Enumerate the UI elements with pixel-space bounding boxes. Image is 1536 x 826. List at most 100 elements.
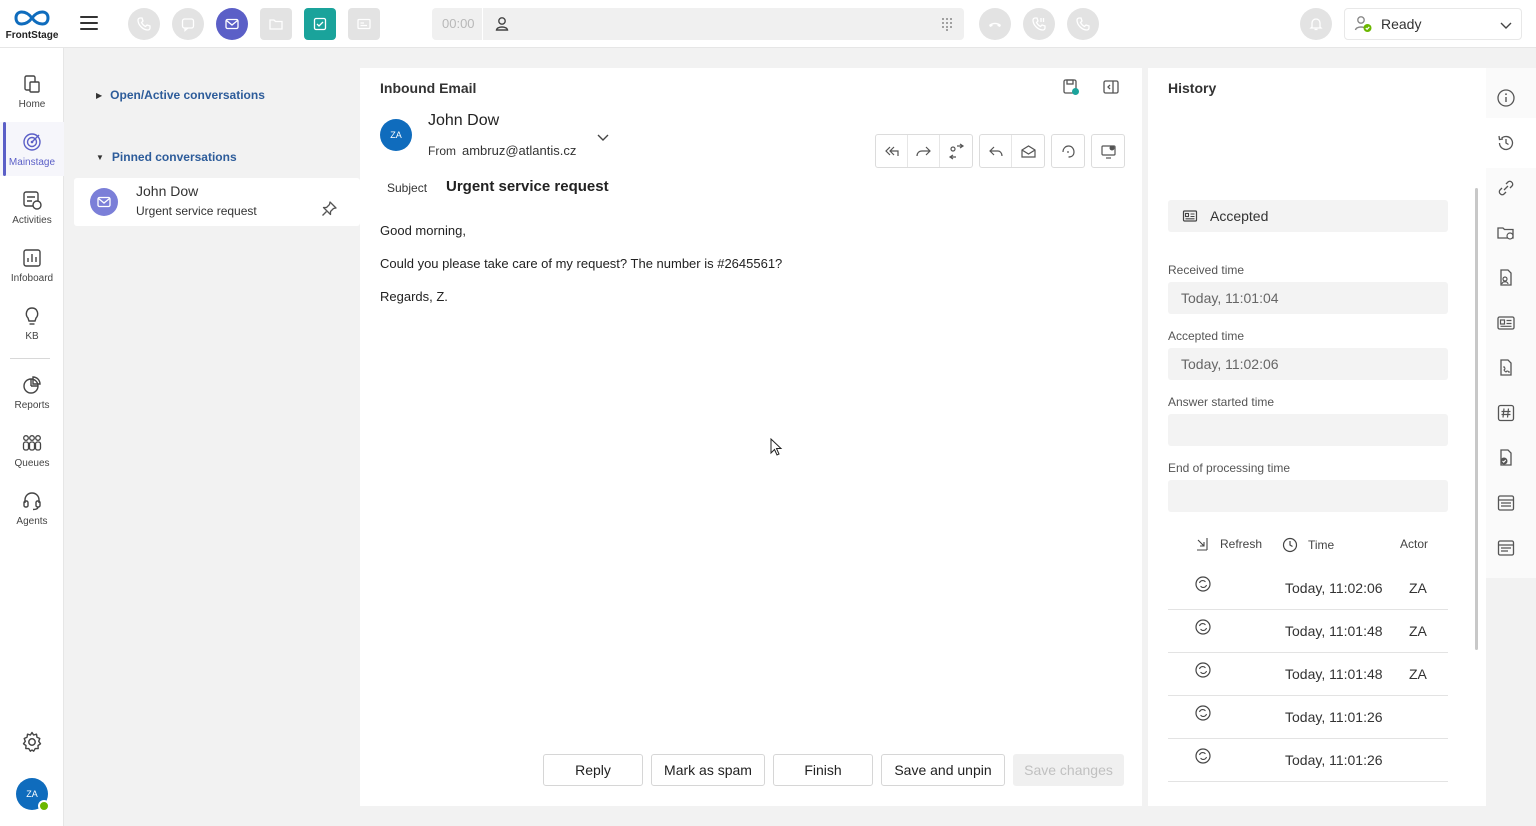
- pin-icon[interactable]: [320, 200, 338, 218]
- accepted-time-label: Accepted time: [1168, 329, 1245, 343]
- reply-icon: [989, 146, 1003, 156]
- reply-all-button[interactable]: [876, 135, 908, 167]
- email-panel: Inbound Email ZA John Dow From ambruz@atl…: [360, 68, 1142, 806]
- history-state: Accepted: [1168, 200, 1448, 232]
- settings-gear-icon[interactable]: [20, 730, 44, 754]
- mark-as-spam-button[interactable]: Mark as spam: [651, 754, 765, 786]
- contact-card-icon[interactable]: [348, 8, 380, 40]
- chevron-down-icon: [1500, 22, 1512, 29]
- forward-button[interactable]: [908, 135, 940, 167]
- document-user-icon[interactable]: [1496, 268, 1516, 288]
- brand-name: FrontStage: [5, 30, 59, 41]
- refresh-icon: [1195, 619, 1211, 635]
- email-panel-title: Inbound Email: [380, 80, 477, 96]
- refresh-column-header[interactable]: Refresh: [1196, 537, 1262, 551]
- headset-icon: [23, 491, 41, 510]
- refresh-icon: [1195, 748, 1211, 764]
- transfer-call-icon[interactable]: [1067, 8, 1099, 40]
- dial-input[interactable]: [516, 12, 936, 36]
- callback-icon: [1061, 144, 1075, 158]
- screen-group: [1091, 134, 1125, 168]
- nav-activities[interactable]: Activities: [0, 180, 64, 234]
- expand-sender-chevron-icon[interactable]: [596, 130, 610, 144]
- link-icon[interactable]: [1496, 178, 1516, 198]
- mouse-cursor-icon: [770, 438, 783, 456]
- id-card-icon[interactable]: [1496, 313, 1516, 333]
- answer-started-time-field: [1168, 414, 1448, 446]
- refresh-icon: [1195, 662, 1211, 678]
- save-changes-button[interactable]: Save changes: [1013, 754, 1124, 786]
- actor-column-header[interactable]: Actor: [1400, 537, 1428, 551]
- notification-bell-icon[interactable]: [1300, 8, 1332, 40]
- history-scrollbar[interactable]: [1475, 188, 1478, 650]
- received-time-field: Today, 11:01:04: [1168, 282, 1448, 314]
- folder-user-icon[interactable]: [1496, 223, 1516, 243]
- agent-status-select[interactable]: Ready: [1344, 8, 1522, 40]
- save-and-unpin-button[interactable]: Save and unpin: [881, 754, 1005, 786]
- pinned-conversations-toggle[interactable]: ▼ Pinned conversations: [96, 150, 237, 164]
- end-processing-time-field: [1168, 480, 1448, 512]
- history-icon[interactable]: [1496, 133, 1516, 153]
- user-voice-icon[interactable]: [494, 15, 512, 33]
- nav-reports[interactable]: Reports: [0, 365, 64, 419]
- hangup-icon[interactable]: [979, 8, 1011, 40]
- mark-read-button[interactable]: [1012, 135, 1044, 167]
- conversation-subject: Urgent service request: [136, 204, 257, 218]
- info-icon[interactable]: [1496, 88, 1516, 108]
- collapse-panel-icon[interactable]: [1102, 78, 1120, 96]
- email-actions-group: [979, 134, 1045, 168]
- callback-button[interactable]: [1052, 135, 1084, 167]
- finish-button[interactable]: Finish: [773, 754, 873, 786]
- nav-queues[interactable]: Queues: [0, 423, 64, 477]
- home-icon: [24, 74, 40, 93]
- chat-channel-icon[interactable]: [172, 8, 204, 40]
- history-panel: History Accepted Received time Today, 11…: [1148, 68, 1486, 806]
- document-check-icon[interactable]: [1496, 448, 1516, 468]
- time-column-header[interactable]: Time: [1282, 537, 1334, 553]
- transfer-button[interactable]: [940, 135, 972, 167]
- hold-call-icon[interactable]: [1023, 8, 1055, 40]
- reply-button[interactable]: Reply: [543, 754, 643, 786]
- card-icon: [1182, 210, 1198, 222]
- online-status-dot: [38, 800, 50, 812]
- nav-kb[interactable]: KB: [0, 296, 64, 350]
- reply-button-icon[interactable]: [980, 135, 1012, 167]
- list-icon[interactable]: [1496, 493, 1516, 513]
- email-body-line: Good morning,: [380, 223, 466, 238]
- hashtag-icon[interactable]: [1496, 403, 1516, 423]
- conversation-name: John Dow: [136, 183, 199, 199]
- menu-icon[interactable]: [80, 14, 98, 32]
- clock-icon: [1282, 537, 1298, 553]
- chart-icon: [23, 248, 41, 267]
- open-conversations-toggle[interactable]: ▶ Open/Active conversations: [96, 88, 265, 102]
- nav-infoboard[interactable]: Infoboard: [0, 238, 64, 292]
- nav-mainstage[interactable]: Mainstage: [0, 122, 64, 176]
- answer-started-time-label: Answer started time: [1168, 395, 1275, 409]
- history-row: Today, 11:02:06 ZA: [1168, 567, 1448, 610]
- conversation-item[interactable]: John Dow Urgent service request: [74, 178, 360, 226]
- right-tool-rail: [1486, 68, 1536, 578]
- phone-channel-icon[interactable]: [128, 8, 160, 40]
- save-draft-icon[interactable]: [1062, 78, 1080, 96]
- folder-channel-icon[interactable]: [260, 8, 292, 40]
- task-channel-icon[interactable]: [304, 8, 336, 40]
- callback-group: [1051, 134, 1085, 168]
- app-logo[interactable]: FrontStage: [0, 0, 64, 48]
- email-channel-icon[interactable]: [216, 8, 248, 40]
- received-time-label: Received time: [1168, 263, 1245, 277]
- monitor-icon: [1100, 144, 1116, 159]
- nav-home[interactable]: Home: [0, 64, 64, 118]
- target-icon: [23, 132, 41, 151]
- reply-all-icon: [885, 146, 899, 156]
- document-phone-icon[interactable]: [1496, 358, 1516, 378]
- user-avatar[interactable]: ZA: [16, 778, 50, 812]
- form-list-icon[interactable]: [1496, 538, 1516, 558]
- screen-share-button[interactable]: [1092, 135, 1124, 167]
- call-timer: 00:00: [442, 16, 475, 31]
- lightbulb-icon: [25, 306, 39, 325]
- dialpad-icon[interactable]: [940, 17, 954, 31]
- pie-icon: [23, 375, 41, 394]
- left-navigation: Home Mainstage Activities Infoboard KB R…: [0, 48, 64, 826]
- nav-agents[interactable]: Agents: [0, 481, 64, 535]
- history-row: Today, 11:01:26: [1168, 696, 1448, 739]
